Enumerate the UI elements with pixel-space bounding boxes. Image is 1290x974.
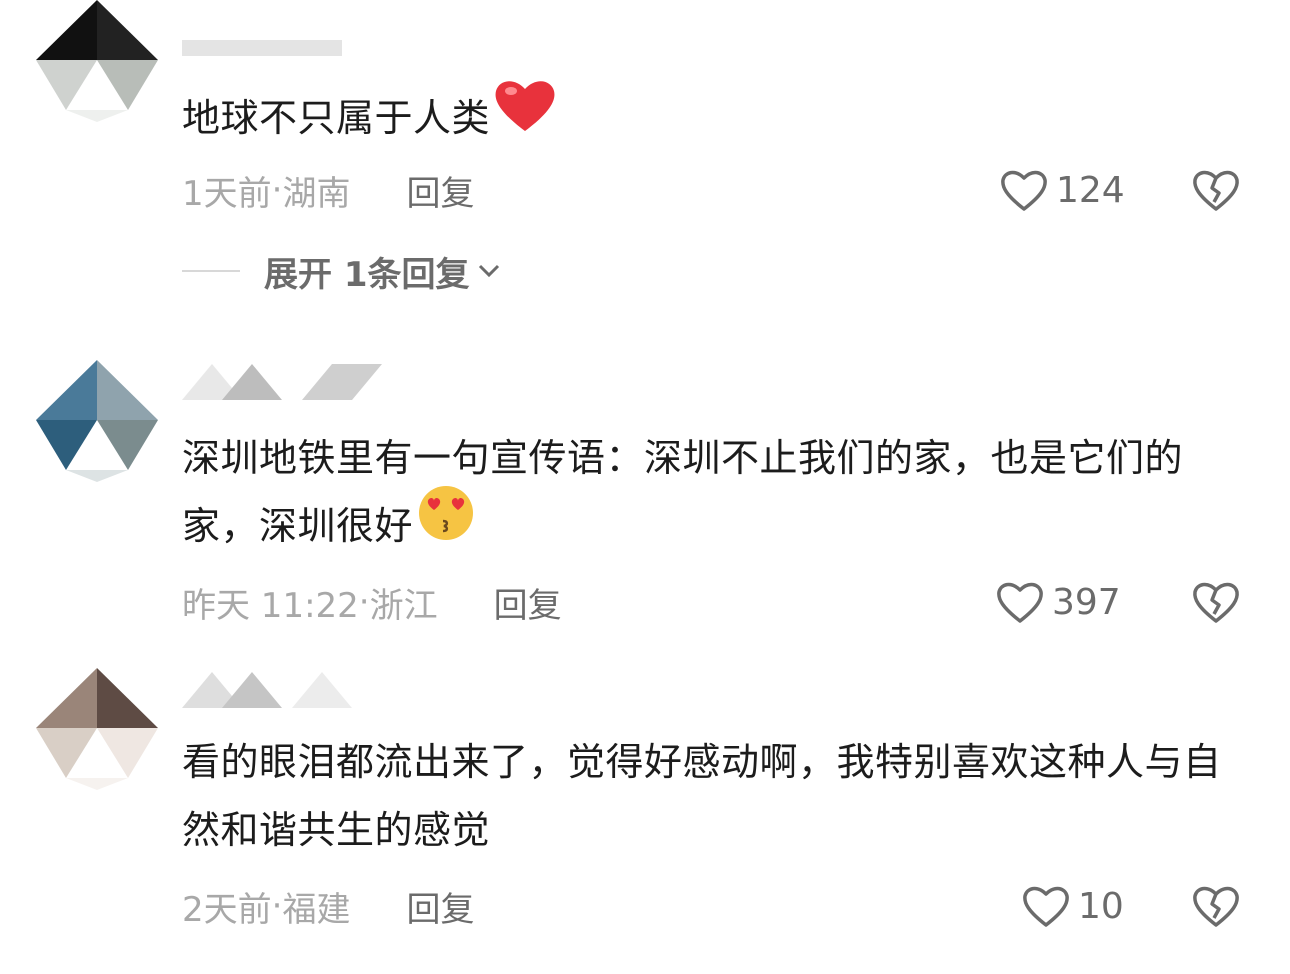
expand-replies-label: 展开 1条回复 xyxy=(264,254,470,295)
username-blurred[interactable] xyxy=(182,30,382,60)
comment-text: 地球不只属于人类 xyxy=(182,81,1252,154)
comment-location: 浙江 xyxy=(369,585,438,626)
like-button[interactable]: 124 xyxy=(1000,160,1125,220)
reply-button[interactable]: 回复 xyxy=(406,166,474,215)
dislike-button[interactable] xyxy=(1192,572,1240,632)
like-button[interactable]: 10 xyxy=(1022,876,1124,936)
reply-button[interactable]: 回复 xyxy=(494,578,562,627)
comment-item: 看的眼泪都流出来了，觉得好感动啊，我特别喜欢这种人与自然和谐共生的感觉 2天前 … xyxy=(0,668,1290,974)
expand-replies-button[interactable]: 展开 1条回复 xyxy=(182,246,500,296)
like-button[interactable]: 397 xyxy=(996,572,1121,632)
reply-button[interactable]: 回复 xyxy=(406,882,474,931)
heart-eyes-kiss-emoji xyxy=(417,484,475,563)
comment-meta: 2天前 · 福建 回复 xyxy=(182,876,474,936)
avatar[interactable] xyxy=(36,668,158,790)
username-blurred[interactable] xyxy=(182,668,382,712)
heart-outline-icon xyxy=(1023,886,1069,927)
comment-text: 看的眼泪都流出来了，觉得好感动啊，我特别喜欢这种人与自然和谐共生的感觉 xyxy=(182,740,1222,852)
broken-heart-icon xyxy=(1193,170,1239,211)
divider-line xyxy=(182,270,240,272)
red-heart-emoji xyxy=(494,77,556,154)
comment-meta: 1天前 · 湖南 回复 xyxy=(182,160,474,220)
meta-separator: · xyxy=(271,170,283,210)
comment-time: 1天前 xyxy=(182,173,272,214)
comment-list: 地球不只属于人类 1天前 · 湖南 回复 124 展开 1条回复 深圳地铁里有一… xyxy=(0,0,1290,974)
meta-separator: · xyxy=(271,886,283,926)
like-count: 397 xyxy=(1052,581,1121,623)
heart-outline-icon xyxy=(997,582,1043,623)
meta-separator: · xyxy=(358,582,370,622)
comment-time: 昨天 11:22 xyxy=(182,585,359,626)
dislike-button[interactable] xyxy=(1192,160,1240,220)
comment-item: 深圳地铁里有一句宣传语：深圳不止我们的家，也是它们的家，深圳很好 昨天 11:2… xyxy=(0,360,1290,660)
username-blurred[interactable] xyxy=(182,360,382,404)
broken-heart-icon xyxy=(1193,582,1239,623)
comment-item: 地球不只属于人类 1天前 · 湖南 回复 124 展开 1条回复 xyxy=(0,0,1290,320)
chevron-down-icon xyxy=(478,264,499,278)
avatar[interactable] xyxy=(36,360,158,482)
broken-heart-icon xyxy=(1193,886,1239,927)
comment-location: 福建 xyxy=(282,889,351,930)
comment-text: 深圳地铁里有一句宣传语：深圳不止我们的家，也是它们的家，深圳很好 xyxy=(182,424,1252,563)
heart-outline-icon xyxy=(1001,170,1047,211)
like-count: 124 xyxy=(1056,169,1125,211)
comment-time: 2天前 xyxy=(182,889,272,930)
avatar[interactable] xyxy=(36,0,158,122)
dislike-button[interactable] xyxy=(1192,876,1240,936)
comment-location: 湖南 xyxy=(282,173,351,214)
comment-meta: 昨天 11:22 · 浙江 回复 xyxy=(182,572,562,632)
like-count: 10 xyxy=(1078,885,1124,927)
